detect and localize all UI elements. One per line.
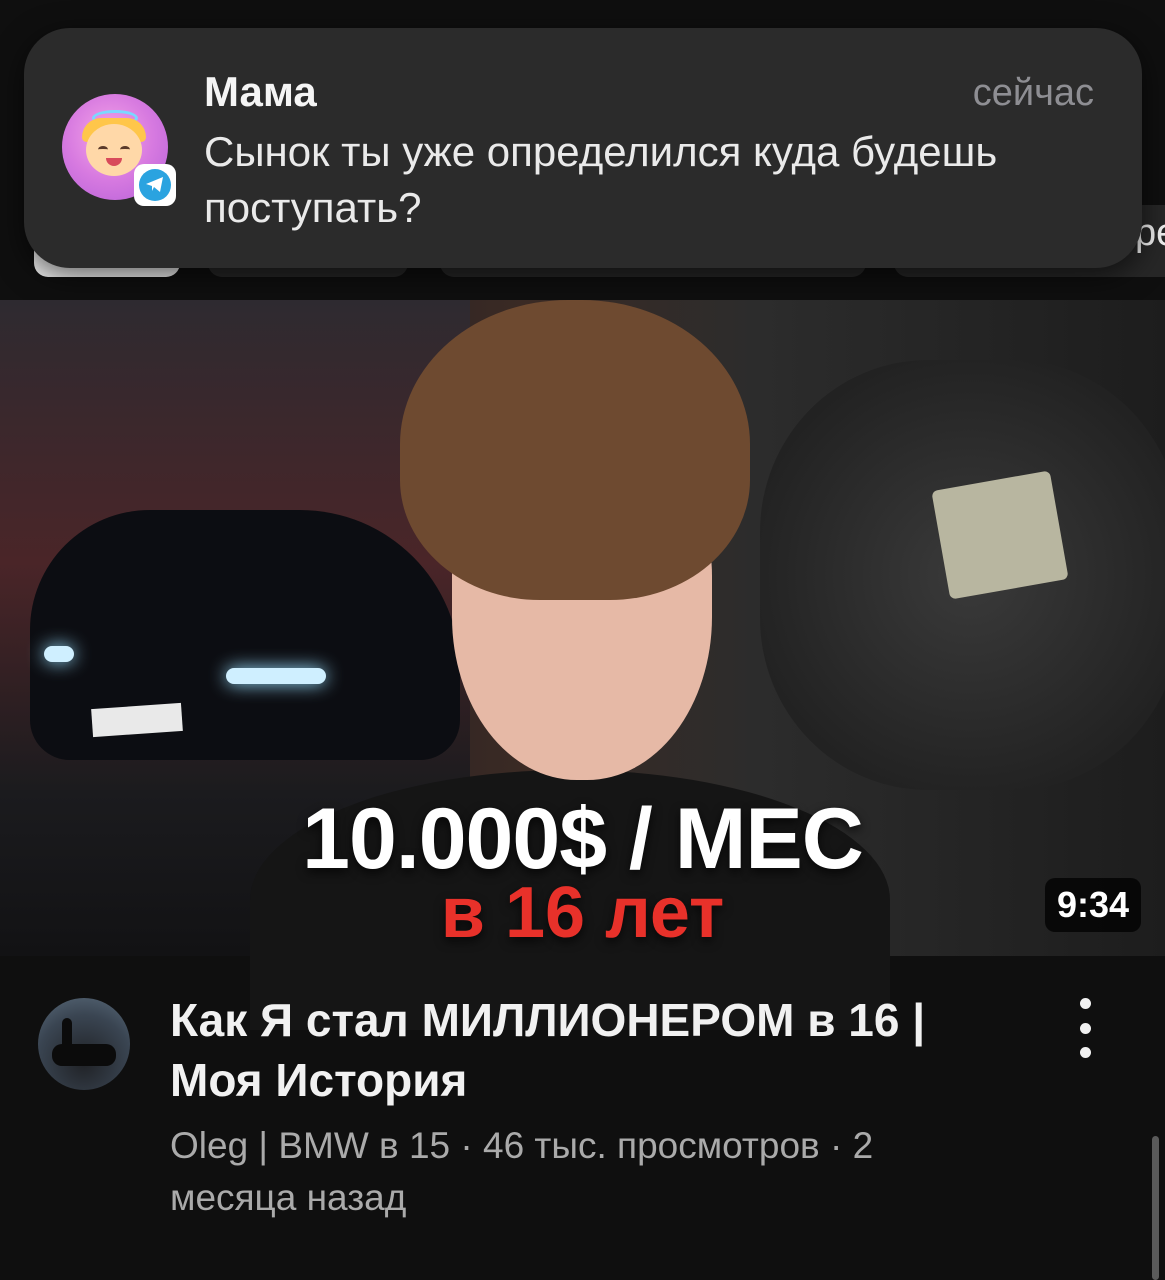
telegram-icon [134, 164, 176, 206]
vertical-dots-icon[interactable] [1070, 998, 1100, 1058]
car-headlight-left [44, 646, 74, 662]
sender-avatar [62, 94, 176, 206]
thumbnail-person-hair [400, 300, 750, 600]
video-meta: Oleg | BMW в 15 · 46 тыс. просмотров · 2… [170, 1125, 874, 1218]
thumbnail-subheadline: в 16 лет [440, 873, 725, 953]
scrollbar[interactable] [1152, 1136, 1159, 1280]
telegram-notification[interactable]: Мама сейчас Сынок ты уже определился куд… [24, 28, 1142, 268]
video-duration-badge: 9:34 [1044, 878, 1141, 932]
notification-sender: Мама [204, 68, 317, 115]
channel-avatar[interactable] [38, 998, 130, 1090]
thumbnail-money [931, 470, 1069, 600]
video-title[interactable]: Как Я стал МИЛЛИОНЕРОМ в 16 | Моя Истори… [170, 990, 1030, 1110]
notification-message: Сынок ты уже определился куда будешь пос… [204, 128, 998, 231]
car-headlight-right [226, 668, 326, 684]
notification-time: сейчас [972, 72, 1094, 114]
